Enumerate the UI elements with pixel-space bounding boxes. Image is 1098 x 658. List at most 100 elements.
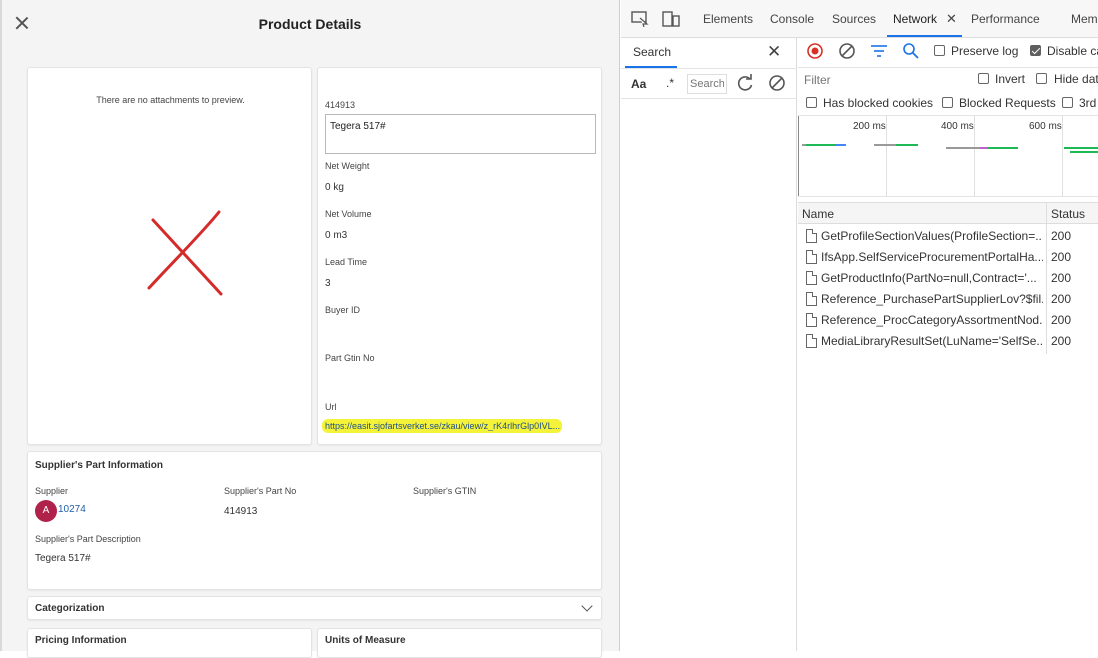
tab-performance[interactable]: Performance bbox=[971, 12, 1040, 26]
timeline-tick: 200 ms bbox=[853, 121, 886, 132]
units-card: Units of Measure bbox=[317, 628, 602, 658]
timeline-bar bbox=[874, 144, 896, 146]
net-weight-label: Net Weight bbox=[325, 161, 370, 171]
request-status: 200 bbox=[1051, 271, 1072, 285]
search-icon[interactable] bbox=[902, 42, 920, 60]
disable-cache-label: Disable ca bbox=[1047, 44, 1098, 58]
tab-elements[interactable]: Elements bbox=[703, 12, 753, 26]
supplier-part-no-label: Supplier's Part No bbox=[224, 486, 297, 496]
part-no-label: 414913 bbox=[325, 100, 356, 110]
units-title: Units of Measure bbox=[325, 635, 406, 646]
divider bbox=[621, 98, 797, 99]
supplier-desc-value: Tegera 517# bbox=[35, 553, 91, 564]
supplier-part-card: Supplier's Part Information Supplier A 1… bbox=[27, 451, 602, 590]
request-name: Reference_ProcCategoryAssortmentNod... bbox=[821, 313, 1043, 327]
supplier-link[interactable]: 10274 bbox=[58, 504, 86, 515]
divider bbox=[798, 196, 1098, 197]
product-details-panel: Product Details There are no attachments… bbox=[0, 0, 620, 658]
timeline-bar bbox=[1064, 147, 1098, 149]
filter-input[interactable] bbox=[800, 71, 960, 89]
avatar: A bbox=[35, 500, 57, 522]
table-row[interactable]: Reference_PurchasePartSupplierLov?$fil..… bbox=[798, 289, 1098, 310]
buyer-id-label: Buyer ID bbox=[325, 305, 361, 315]
timeline-tick: 600 ms bbox=[1029, 121, 1062, 132]
page-title: Product Details bbox=[258, 16, 362, 32]
invert-label: Invert bbox=[995, 72, 1026, 86]
column-name-header[interactable]: Name bbox=[802, 207, 834, 221]
timeline-bar bbox=[988, 147, 1018, 149]
column-divider bbox=[1046, 203, 1047, 225]
blocked-cookies-checkbox[interactable] bbox=[806, 97, 817, 108]
table-row[interactable]: GetProductInfo(PartNo=null,Contract='...… bbox=[798, 268, 1098, 289]
request-name: IfsApp.SelfServiceProcurementPortalHa... bbox=[821, 250, 1043, 264]
net-weight-value: 0 kg bbox=[325, 182, 344, 193]
column-status-header[interactable]: Status bbox=[1051, 207, 1085, 221]
blocked-requests-checkbox[interactable] bbox=[942, 97, 953, 108]
description-field[interactable]: Tegera 517# bbox=[325, 114, 596, 154]
clear-search-icon[interactable] bbox=[768, 74, 786, 92]
match-case-toggle[interactable]: Aa bbox=[631, 77, 646, 91]
product-info-card: 414913 Tegera 517# Net Weight 0 kg Net V… bbox=[317, 67, 602, 445]
invert-checkbox[interactable] bbox=[978, 73, 989, 84]
table-row[interactable]: GetProfileSectionValues(ProfileSection=.… bbox=[798, 226, 1098, 247]
filter-icon[interactable] bbox=[870, 43, 888, 59]
regex-toggle[interactable]: .* bbox=[666, 76, 674, 90]
table-row[interactable]: Reference_ProcCategoryAssortmentNod... 2… bbox=[798, 310, 1098, 331]
attachments-card: There are no attachments to preview. bbox=[27, 67, 312, 445]
clear-icon[interactable] bbox=[838, 42, 856, 60]
timeline-gridline bbox=[886, 116, 887, 196]
tab-network[interactable]: Network bbox=[893, 12, 937, 26]
supplier-section-title: Supplier's Part Information bbox=[35, 460, 163, 471]
tab-console[interactable]: Console bbox=[770, 12, 814, 26]
third-party-checkbox[interactable] bbox=[1062, 97, 1073, 108]
request-status: 200 bbox=[1051, 292, 1072, 306]
preserve-log-label: Preserve log bbox=[951, 44, 1019, 58]
hide-data-checkbox[interactable] bbox=[1036, 73, 1047, 84]
categorization-title: Categorization bbox=[35, 603, 105, 614]
timeline-overview[interactable]: 200 ms 400 ms 600 ms bbox=[798, 116, 1098, 196]
request-name: Reference_PurchasePartSupplierLov?$fil..… bbox=[821, 292, 1043, 306]
file-icon bbox=[806, 250, 817, 264]
timeline-bar bbox=[836, 144, 846, 146]
close-network-tab-icon[interactable]: ✕ bbox=[946, 11, 957, 27]
request-status: 200 bbox=[1051, 313, 1072, 327]
table-row[interactable]: IfsApp.SelfServiceProcurementPortalHa...… bbox=[798, 247, 1098, 268]
url-link[interactable]: https://easit.sjofartsverket.se/zkau/vie… bbox=[325, 421, 593, 431]
file-icon bbox=[806, 292, 817, 306]
close-search-icon[interactable]: ✕ bbox=[767, 42, 781, 62]
search-input[interactable] bbox=[687, 74, 727, 94]
search-drawer-title: Search bbox=[633, 45, 672, 59]
inspect-element-icon[interactable] bbox=[631, 11, 649, 27]
preserve-log-checkbox[interactable] bbox=[934, 45, 945, 56]
no-preview-icon bbox=[147, 210, 223, 296]
tab-memory[interactable]: Mem bbox=[1071, 12, 1098, 26]
supplier-gtin-label: Supplier's GTIN bbox=[413, 486, 477, 496]
pricing-title: Pricing Information bbox=[35, 635, 127, 646]
network-panel: Preserve log Disable ca Invert Hide dat … bbox=[798, 38, 1098, 651]
request-table-header: Name Status bbox=[798, 202, 1098, 225]
lead-time-label: Lead Time bbox=[325, 257, 368, 267]
net-volume-label: Net Volume bbox=[325, 209, 372, 219]
categorization-card[interactable]: Categorization bbox=[27, 596, 602, 620]
file-icon bbox=[806, 229, 817, 243]
timeline-gridline bbox=[1062, 116, 1063, 196]
timeline-bar bbox=[1070, 151, 1098, 153]
disable-cache-checkbox[interactable] bbox=[1030, 45, 1041, 56]
chevron-down-icon[interactable] bbox=[581, 600, 593, 612]
devtools-tabbar: Elements Console Sources Network ✕ Perfo… bbox=[621, 0, 1098, 38]
gtin-label: Part Gtin No bbox=[325, 353, 375, 363]
device-toolbar-icon[interactable] bbox=[662, 11, 680, 27]
refresh-icon[interactable] bbox=[736, 74, 754, 92]
record-icon[interactable] bbox=[806, 42, 824, 60]
tab-sources[interactable]: Sources bbox=[832, 12, 876, 26]
devtools-panel: Elements Console Sources Network ✕ Perfo… bbox=[621, 0, 1098, 651]
file-icon bbox=[806, 334, 817, 348]
lead-time-value: 3 bbox=[325, 278, 331, 289]
table-row[interactable]: MediaLibraryResultSet(LuName='SelfSe... … bbox=[798, 331, 1098, 352]
supplier-desc-label: Supplier's Part Description bbox=[35, 534, 141, 544]
request-name: GetProfileSectionValues(ProfileSection=.… bbox=[821, 229, 1043, 243]
timeline-bar bbox=[806, 144, 836, 146]
supplier-label: Supplier bbox=[35, 486, 69, 496]
divider bbox=[798, 67, 1098, 68]
request-status: 200 bbox=[1051, 334, 1072, 348]
